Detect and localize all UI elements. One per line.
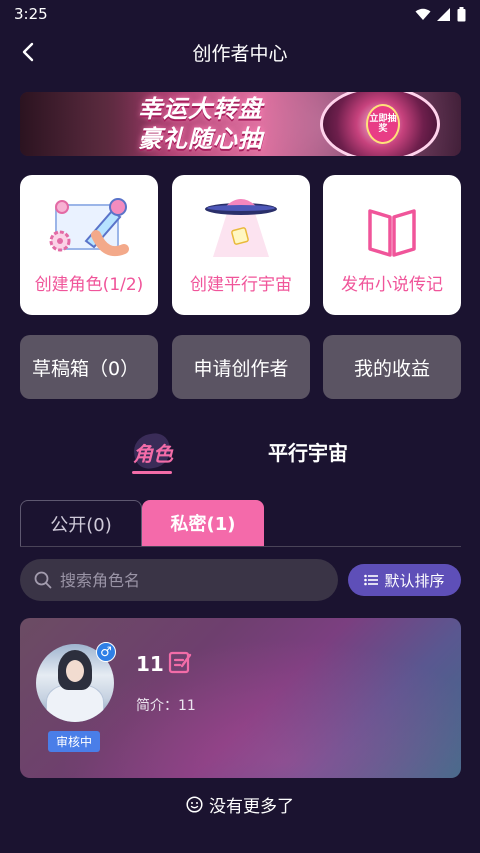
search-bar[interactable] [20, 559, 338, 601]
signal-icon [437, 7, 450, 21]
visibility-segment: 公开(0) 私密(1) [20, 500, 461, 547]
banner-line1: 幸运大转盘 [138, 95, 263, 123]
no-more-text: 没有更多了 [209, 797, 294, 817]
status-icons [415, 6, 466, 22]
sort-button[interactable]: 默认排序 [348, 564, 461, 596]
chevron-left-icon [22, 42, 34, 62]
apply-creator-button[interactable]: 申请创作者 [172, 335, 310, 399]
back-button[interactable] [12, 36, 44, 68]
create-character-icon [49, 198, 129, 257]
search-input[interactable] [60, 570, 300, 590]
page-title: 创作者中心 [192, 42, 288, 65]
create-character-card[interactable]: 创建角色(1/2) [20, 175, 158, 315]
publish-novel-label: 发布小说传记 [341, 275, 443, 295]
tab-active-indicator [132, 471, 172, 474]
wifi-icon [415, 8, 431, 20]
character-name: 11 [136, 652, 164, 676]
search-icon [34, 571, 52, 589]
status-badge: 审核中 [48, 731, 100, 752]
tab-universe[interactable]: 平行宇宙 [268, 437, 348, 466]
character-card[interactable]: ♂ 审核中 11 简介：11 [20, 618, 461, 778]
status-time: 3:25 [14, 5, 48, 23]
ufo-icon [205, 199, 277, 257]
segment-public[interactable]: 公开(0) [20, 500, 142, 546]
battery-icon [457, 6, 466, 21]
my-earnings-button[interactable]: 我的收益 [323, 335, 461, 399]
banner-draw-button: 立即抽奖 [366, 104, 400, 144]
banner-text: 幸运大转盘 豪礼随心抽 [138, 94, 263, 154]
create-character-label: 创建角色(1/2) [34, 275, 144, 295]
smile-icon [186, 796, 203, 813]
segment-private[interactable]: 私密(1) [142, 500, 264, 546]
book-icon [368, 209, 416, 257]
status-bar: 3:25 [0, 0, 480, 28]
sort-label: 默认排序 [384, 571, 445, 590]
no-more-indicator: 没有更多了 [0, 792, 480, 817]
lucky-wheel-banner[interactable]: 幸运大转盘 豪礼随心抽 立即抽奖 [20, 92, 461, 156]
create-universe-card[interactable]: 创建平行宇宙 [172, 175, 310, 315]
character-description: 简介：11 [136, 698, 196, 714]
male-gender-icon: ♂ [96, 642, 116, 662]
banner-line2: 豪礼随心抽 [138, 125, 263, 153]
list-icon [364, 574, 379, 586]
header: 创作者中心 [0, 28, 480, 76]
create-universe-label: 创建平行宇宙 [190, 275, 292, 295]
tab-role-label: 角色 [133, 442, 173, 466]
tab-role[interactable]: 角色 [120, 431, 184, 476]
publish-novel-card[interactable]: 发布小说传记 [323, 175, 461, 315]
edit-icon[interactable] [168, 650, 192, 678]
drafts-button[interactable]: 草稿箱（0） [20, 335, 158, 399]
